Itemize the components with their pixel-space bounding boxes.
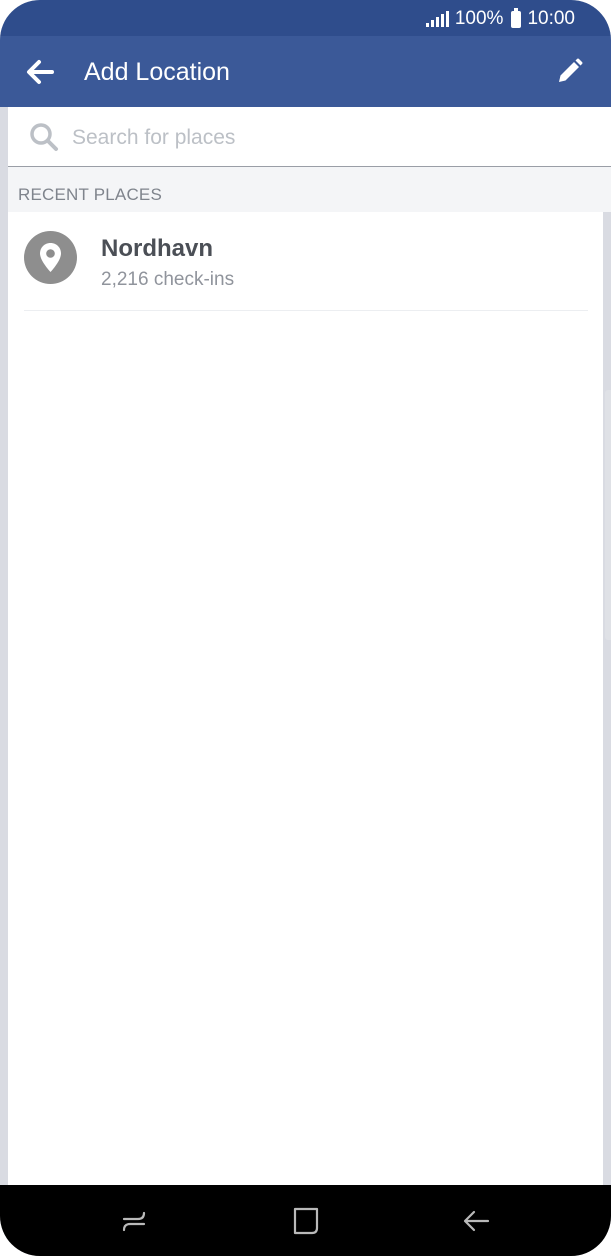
back-nav-button[interactable]	[458, 1203, 494, 1239]
clock: 10:00	[527, 8, 575, 29]
status-bar: 100% 10:00	[0, 0, 611, 36]
status-indicators: 100% 10:00	[425, 7, 575, 30]
search-input[interactable]	[70, 119, 594, 157]
list-item[interactable]: Nordhavn 2,216 check-ins	[8, 212, 611, 311]
recent-places-header: RECENT PLACES	[8, 167, 611, 212]
home-icon	[293, 1207, 319, 1235]
search-bar	[8, 107, 611, 167]
scrollbar[interactable]	[605, 390, 611, 640]
system-nav-bar	[0, 1185, 611, 1256]
place-name: Nordhavn	[101, 235, 214, 262]
recent-apps-button[interactable]	[116, 1203, 152, 1239]
recent-apps-icon	[122, 1211, 146, 1232]
battery-icon	[511, 7, 522, 28]
location-pin-icon	[24, 231, 77, 284]
edit-button[interactable]	[551, 54, 587, 90]
place-checkins: 2,216 check-ins	[101, 269, 235, 290]
back-arrow-icon	[463, 1210, 490, 1232]
search-icon	[30, 123, 58, 151]
home-button[interactable]	[288, 1203, 324, 1239]
back-button[interactable]	[22, 54, 58, 90]
battery-percent: 100%	[454, 8, 504, 29]
pencil-icon	[559, 58, 583, 82]
section-label: RECENT PLACES	[18, 185, 162, 204]
page-title: Add Location	[84, 58, 230, 86]
signal-icon	[425, 11, 449, 27]
arrow-left-icon	[27, 60, 54, 84]
divider	[24, 310, 588, 311]
app-bar: Add Location	[0, 36, 611, 107]
phone-screen: 100% 10:00 Add Location RECENT PLACES	[0, 0, 611, 1256]
